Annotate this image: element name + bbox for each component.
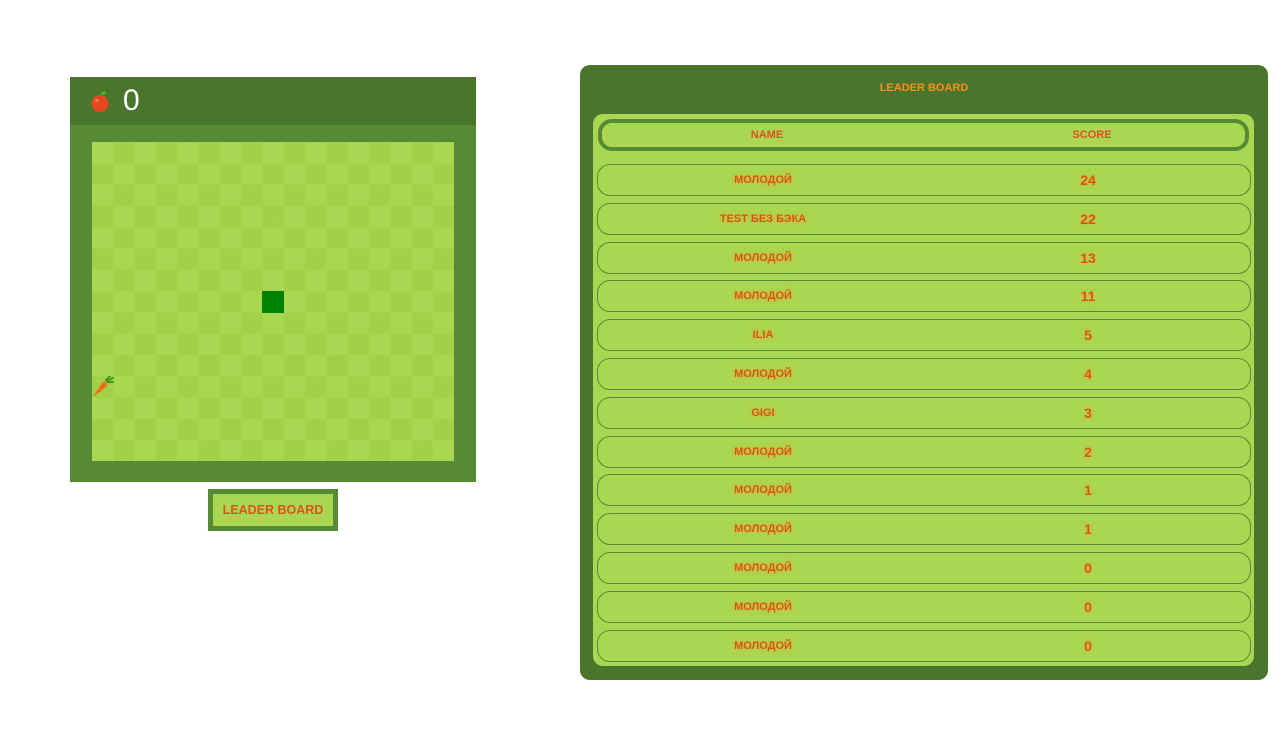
carrot-icon [92,375,114,398]
game-panel: 0 [70,77,476,482]
table-row: GIGI 3 [597,396,1251,429]
player-score: 5 [1084,327,1092,344]
table-row: МОЛОДОЙ 1 [597,513,1251,546]
table-row: МОЛОДОЙ 0 [597,590,1251,623]
table-row: TEST БЕЗ БЭКА 22 [597,202,1251,235]
player-name: МОЛОДОЙ [734,600,792,613]
player-score: 0 [1084,559,1092,576]
player-name: МОЛОДОЙ [734,484,792,497]
score-value: 0 [123,84,140,117]
leaderboard-rows: МОЛОДОЙ 24 TEST БЕЗ БЭКА 22 МОЛОДОЙ 13 М… [597,164,1251,668]
player-score: 2 [1084,443,1092,460]
player-score: 1 [1084,482,1092,499]
player-score: 24 [1080,172,1096,188]
player-name: МОЛОДОЙ [734,561,792,574]
column-header-score: SCORE [1072,129,1112,141]
table-row: МОЛОДОЙ 2 [597,435,1251,468]
table-row: ILIA 5 [597,319,1251,352]
table-row: МОЛОДОЙ 13 [597,241,1251,274]
player-score: 13 [1080,249,1096,266]
table-row: МОЛОДОЙ 0 [597,551,1251,584]
leaderboard-button[interactable]: LEADER BOARD [208,489,338,531]
player-score: 0 [1084,598,1092,615]
leaderboard-table: NAME SCORE МОЛОДОЙ 24 TEST БЕЗ БЭКА 22 М… [593,114,1254,666]
table-row: МОЛОДОЙ 24 [597,164,1251,196]
apple-icon [89,89,111,113]
player-score: 0 [1084,637,1092,654]
table-row: МОЛОДОЙ 4 [597,357,1251,390]
player-name: МОЛОДОЙ [734,639,792,652]
player-name: МОЛОДОЙ [734,251,792,264]
leaderboard-header-row: NAME SCORE [598,119,1249,151]
player-name: МОЛОДОЙ [734,523,792,536]
game-board[interactable] [92,142,454,461]
player-score: 3 [1084,404,1092,421]
table-row: МОЛОДОЙ 1 [597,474,1251,507]
table-row: МОЛОДОЙ 11 [597,280,1251,313]
page-root: 0 LEADER BOARD LEADER BOARD NAME SCORE М… [0,0,1280,734]
column-header-name: NAME [750,129,784,141]
player-score: 22 [1080,210,1096,227]
player-name: МОЛОДОЙ [734,367,792,380]
player-name: TEST БЕЗ БЭКА [719,212,807,225]
table-row: МОЛОДОЙ 0 [597,629,1251,662]
leaderboard-title: LEADER BOARD [879,82,969,94]
player-score: 1 [1084,521,1092,538]
player-name: МОЛОДОЙ [734,445,792,458]
player-score: 11 [1080,288,1096,305]
player-name: ILIA [752,329,774,342]
player-name: GIGI [751,406,775,419]
snake-segment [262,291,284,313]
player-score: 4 [1084,365,1092,382]
game-header: 0 [70,77,476,125]
player-name: МОЛОДОЙ [734,174,792,186]
leaderboard-panel: LEADER BOARD NAME SCORE МОЛОДОЙ 24 TEST … [580,65,1268,680]
player-name: МОЛОДОЙ [734,290,792,303]
